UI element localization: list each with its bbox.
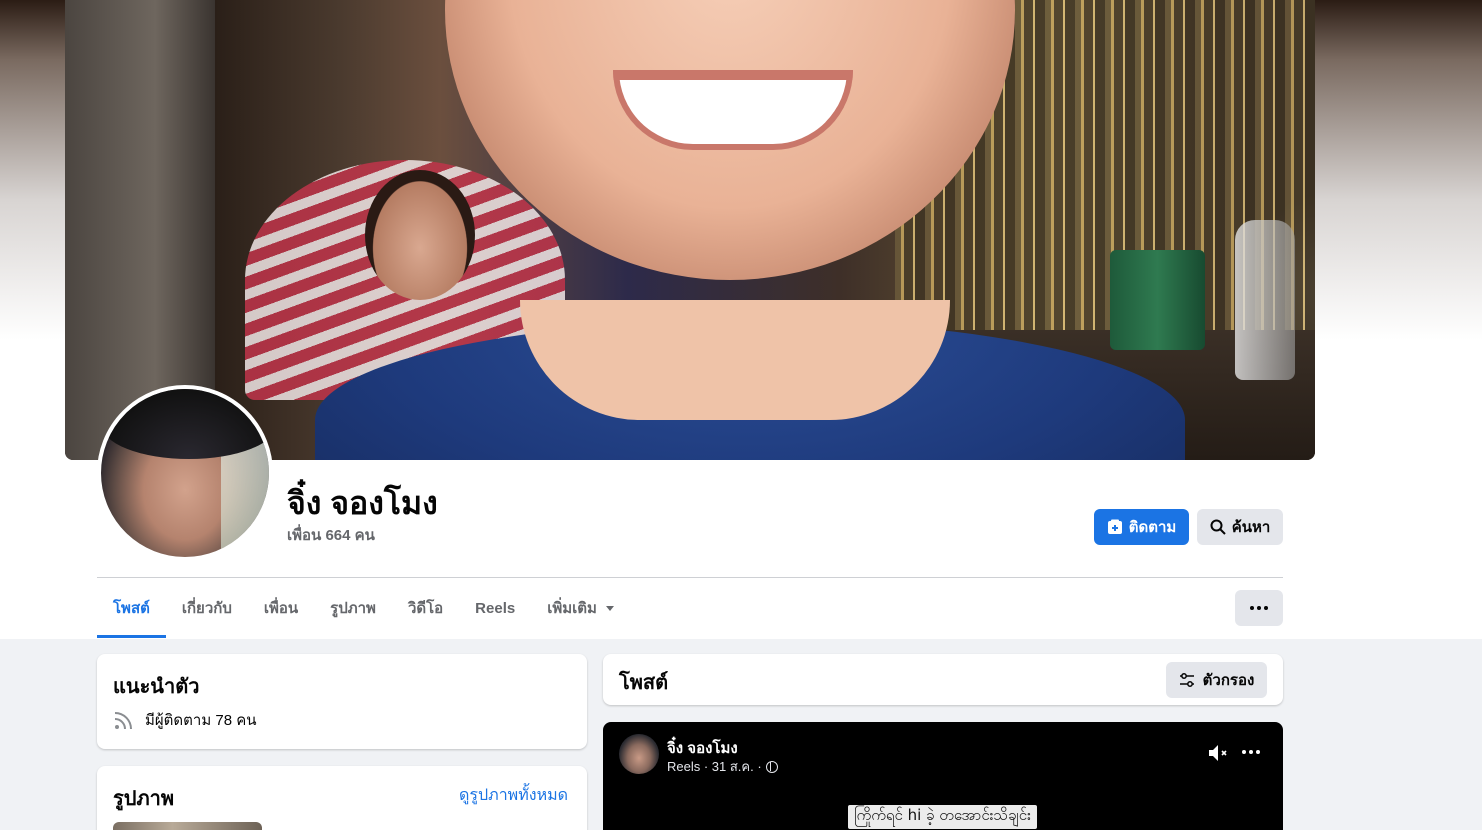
profile-avatar[interactable] <box>97 385 273 561</box>
posts-title: โพสต์ <box>619 672 669 694</box>
tab-photos[interactable]: รูปภาพ <box>314 578 392 638</box>
search-label: ค้นหา <box>1231 519 1271 536</box>
reel-options-icon[interactable] <box>1242 750 1260 754</box>
reel-author-avatar[interactable] <box>619 734 659 774</box>
caret-down-icon <box>605 605 614 611</box>
filter-label: ตัวกรอง <box>1202 672 1255 689</box>
globe-icon <box>765 760 778 773</box>
search-button[interactable]: ค้นหา <box>1197 509 1283 545</box>
photo-thumbnail[interactable] <box>113 822 262 830</box>
more-options-button[interactable] <box>1235 590 1283 626</box>
filter-sliders-icon <box>1179 673 1194 687</box>
tab-about[interactable]: เกี่ยวกับ <box>166 578 248 638</box>
friends-count-link[interactable]: เพื่อน 664 คน <box>287 527 375 545</box>
muted-speaker-icon[interactable] <box>1208 744 1230 762</box>
more-dots-icon <box>1250 606 1268 610</box>
reel-meta: Reels · 31 ส.ค. · <box>667 756 778 777</box>
intro-title: แนะนำตัว <box>113 676 200 698</box>
follow-icon <box>1107 519 1122 534</box>
tab-posts[interactable]: โพสต์ <box>97 578 166 638</box>
filter-button[interactable]: ตัวกรอง <box>1166 662 1267 698</box>
profile-tabs: โพสต์ เกี่ยวกับ เพื่อน รูปภาพ วิดีโอ Ree… <box>97 578 630 638</box>
reel-post[interactable]: จิ๋ง จองโมง Reels · 31 ส.ค. · ကြိုက်ရင် … <box>603 722 1283 830</box>
see-all-photos-link[interactable]: ดูรูปภาพทั้งหมด <box>459 783 568 808</box>
profile-name: จิ๋ง จองโมง <box>287 485 438 521</box>
search-icon <box>1210 519 1226 535</box>
reel-meta-text: Reels · 31 ส.ค. · <box>667 759 762 774</box>
tab-friends[interactable]: เพื่อน <box>248 578 314 638</box>
follow-label: ติดตาม <box>1128 519 1177 536</box>
tab-videos[interactable]: วิดีโอ <box>392 578 459 638</box>
followers-text[interactable]: มีผู้ติดตาม 78 คน <box>145 708 257 732</box>
followers-row: มีผู้ติดตาม 78 คน <box>113 708 257 732</box>
photos-title: รูปภาพ <box>113 788 175 810</box>
intro-card: แนะนำตัว <box>97 654 587 749</box>
reel-caption: ကြိုက်ရင် hi ခဲ့ တအောင်းသိချင်း <box>848 805 1037 829</box>
tab-more[interactable]: เพิ่มเติม <box>531 578 630 638</box>
tab-reels[interactable]: Reels <box>459 578 531 638</box>
follow-button[interactable]: ติดตาม <box>1094 509 1189 545</box>
rss-icon <box>114 712 132 730</box>
